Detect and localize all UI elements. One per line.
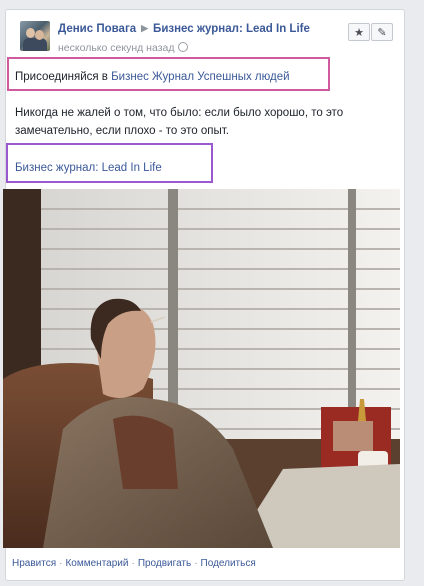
star-icon: ★ (354, 27, 364, 39)
avatar-figure (23, 38, 47, 51)
arrow-right-icon: ▶ (141, 23, 149, 33)
globe-icon[interactable] (178, 42, 189, 52)
post-header: Денис Повага ▶ Бизнес журнал: Lead In Life (58, 23, 310, 35)
separator-dot: · (59, 558, 63, 569)
separator-dot: · (131, 558, 135, 569)
promote-link[interactable]: Продвигать (138, 558, 191, 569)
post-line-join: Присоединяйся в Бизнес Журнал Успешных л… (15, 71, 290, 83)
favorite-button[interactable]: ★ (348, 23, 370, 41)
edit-button[interactable]: ✎ (371, 23, 393, 41)
post-photo[interactable] (3, 189, 400, 548)
like-link[interactable]: Нравится (12, 558, 56, 569)
post-timestamp[interactable]: несколько секунд назад (58, 42, 174, 54)
photo-illustration (3, 189, 400, 548)
author-avatar[interactable] (20, 21, 50, 51)
share-link[interactable]: Поделиться (201, 558, 256, 569)
separator-dot: · (194, 558, 198, 569)
target-page-name[interactable]: Бизнес журнал: Lead In Life (153, 23, 310, 35)
join-link[interactable]: Бизнес Журнал Успешных людей (111, 71, 289, 83)
comment-link[interactable]: Комментарий (65, 558, 128, 569)
page-link[interactable]: Бизнес журнал: Lead In Life (15, 162, 162, 174)
author-name[interactable]: Денис Повага (58, 23, 136, 35)
pencil-icon: ✎ (377, 27, 387, 39)
post-actions: Нравится · Комментарий · Продвигать · Поделить… (12, 558, 256, 569)
avatar-face-right (35, 30, 44, 40)
post-meta: несколько секунд назад (58, 41, 189, 54)
avatar-face-left (26, 28, 35, 38)
join-text: Присоединяйся в (15, 71, 108, 83)
post-quote: Никогда не жалей о том, что было: если б… (15, 107, 344, 137)
